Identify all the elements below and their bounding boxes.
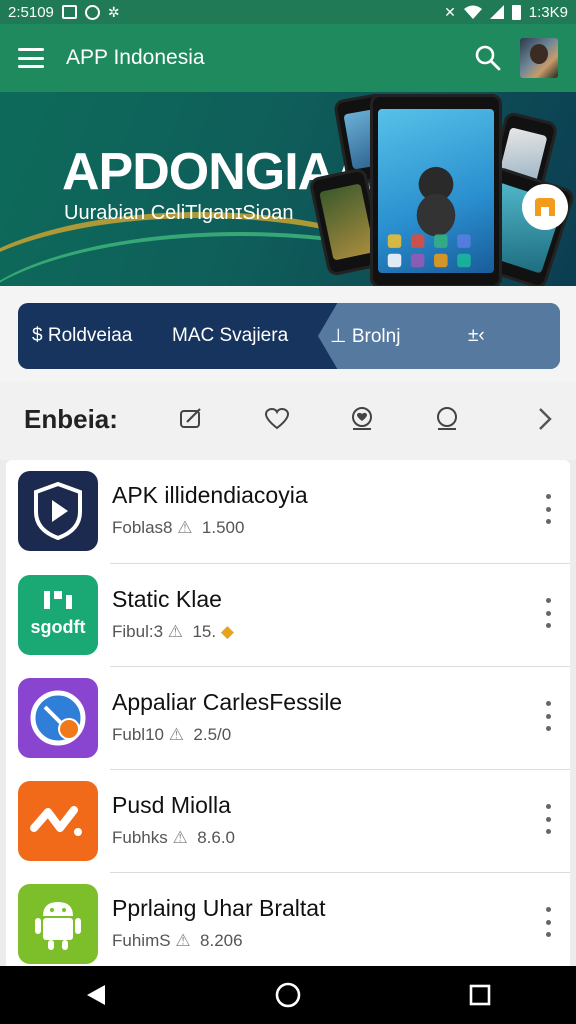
wave-icon [18, 781, 98, 861]
status-right-text: 1:3K9 [528, 3, 568, 21]
app-meta: Fubhks ⚠ 8.6.0 [112, 828, 235, 847]
more-options-icon[interactable] [540, 804, 556, 834]
promo-banner[interactable]: APDONGIAA Uurabian CeliTlganɪSioan [0, 92, 576, 286]
dollar-icon: $ [32, 325, 43, 346]
menu-icon[interactable] [18, 48, 44, 68]
svg-text:sgodft: sgodft [31, 617, 86, 637]
list-item[interactable]: Pusd Miolla Fubhks ⚠ 8.6.0 [6, 770, 570, 873]
chat-icon[interactable] [432, 404, 462, 434]
search-icon[interactable] [468, 38, 508, 78]
list-item[interactable]: APK illidendiacoyia Foblas8 ⚠ 1.500 [6, 460, 570, 563]
grid-green-icon: sgodft [18, 575, 98, 655]
android-icon [18, 884, 98, 964]
app-name: Pusd Miolla [112, 792, 231, 818]
navigation-bar [0, 966, 576, 1024]
compass-icon [18, 678, 98, 758]
category-item-3[interactable]: ⊥ Brolnj [330, 325, 400, 348]
app-title: APP Indonesia [66, 46, 205, 69]
banner-subtitle: Uurabian CeliTlganɪSioan [64, 202, 294, 224]
download-icon: ⊥ [330, 326, 347, 347]
signal-icon [489, 5, 504, 19]
category-item-1[interactable]: $ Roldveiaa [32, 325, 132, 347]
app-meta: FuhimS ⚠ 8.206 [112, 931, 243, 950]
play-shield-icon [18, 471, 98, 551]
more-options-icon[interactable] [540, 598, 556, 628]
edit-icon[interactable] [176, 404, 206, 434]
wifi-icon [463, 5, 482, 19]
chevron-right-icon[interactable] [530, 404, 560, 434]
list-item[interactable]: sgodft Static Klae Fibul:3 ⚠ 15. ◆ [6, 564, 570, 667]
phone-image-main [370, 94, 502, 286]
avatar[interactable] [520, 38, 558, 78]
circle-app-icon [84, 4, 100, 20]
app-meta: Fubl10 ⚠ 2.5/0 [112, 725, 232, 744]
settings-small-icon: ✲ [107, 3, 120, 20]
more-options-icon[interactable] [540, 494, 556, 524]
app-meta: Fibul:3 ⚠ 15. ◆ [112, 622, 234, 641]
more-options-icon[interactable] [540, 701, 556, 731]
back-icon[interactable] [76, 975, 116, 1015]
more-options-icon[interactable] [540, 907, 556, 937]
section-header: Enbeia: [0, 382, 576, 460]
status-bar: 2:5109 ✲ ✕ 1:3K9 [0, 0, 576, 24]
category-item-2[interactable]: MAC Svajiera [172, 325, 288, 347]
heart-icon[interactable] [262, 404, 292, 434]
section-title: Enbeia: [24, 404, 118, 434]
app-name: Pprlaing Uhar Braltat [112, 895, 326, 921]
home-icon[interactable] [268, 975, 308, 1015]
category-label: MAC Svajiera [172, 325, 289, 346]
app-name: APK illidendiacoyia [112, 482, 308, 508]
category-item-4[interactable]: ±‹ [468, 325, 485, 347]
list-item[interactable]: Appaliar CarlesFessile Fubl10 ⚠ 2.5/0 [6, 667, 570, 770]
notification-box-icon [61, 5, 77, 19]
category-strip: $ Roldveiaa MAC Svajiera ⊥ Brolnj ±‹ [0, 286, 576, 382]
category-label: Roldveiaa [47, 325, 133, 346]
app-name: Static Klae [112, 586, 222, 612]
mute-icon: ✕ [444, 3, 456, 20]
list-item[interactable]: Pprlaing Uhar Braltat FuhimS ⚠ 8.206 [6, 873, 570, 976]
app-bar: APP Indonesia [0, 24, 576, 92]
app-meta: Foblas8 ⚠ 1.500 [112, 518, 245, 537]
badge-heart-icon[interactable] [347, 404, 377, 434]
offer-badge-icon[interactable] [522, 184, 568, 230]
status-time: 2:5109 [8, 3, 54, 21]
category-label: Brolnj [351, 326, 401, 347]
app-list: APK illidendiacoyia Foblas8 ⚠ 1.500 sgod… [6, 460, 570, 966]
category-bar: $ Roldveiaa MAC Svajiera ⊥ Brolnj ±‹ [18, 303, 560, 369]
app-name: Appaliar CarlesFessile [112, 689, 343, 715]
recents-icon[interactable] [460, 975, 500, 1015]
battery-icon [511, 4, 521, 20]
category-label: ±‹ [468, 325, 485, 346]
